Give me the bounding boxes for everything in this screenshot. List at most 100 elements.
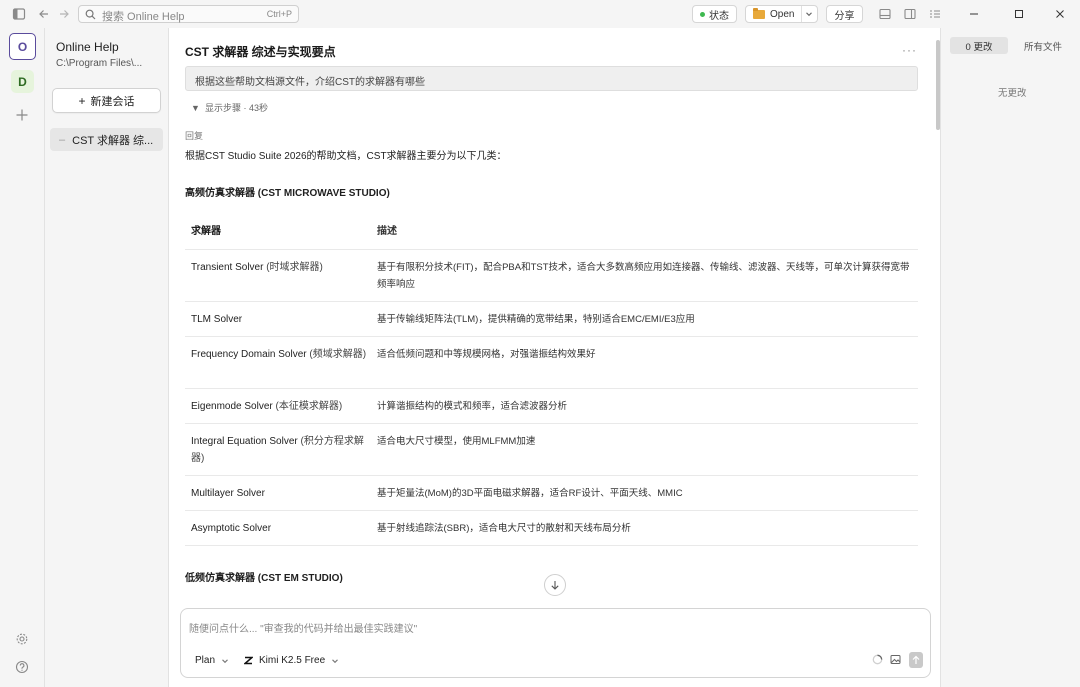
mode-label: Plan [195, 655, 216, 666]
table-header-cell: 求解器 [191, 226, 221, 237]
tab-all-files[interactable]: 所有文件 [1019, 37, 1067, 54]
title-bar: 搜索 Online Help Ctrl+P 状态 Open 分享 [0, 0, 1080, 28]
forward-arrow-icon[interactable] [57, 7, 71, 21]
solver-name-cn: (本征模求解器) [275, 401, 343, 412]
status-dot-icon [700, 11, 705, 17]
solver-name-en: Multilayer Solver [191, 488, 265, 499]
project-sidebar: Online Help C:\Program Files\... + 新建会话 … [45, 28, 169, 687]
table-row: Transient Solver (时域求解器) 基于有限积分技术(FIT)，配… [185, 250, 918, 302]
more-options-icon[interactable]: ··· [902, 43, 917, 57]
sidebar-toggle-icon[interactable] [12, 7, 26, 21]
solver-name: Frequency Domain Solver (频域求解器) [191, 346, 371, 363]
user-prompt: 根据这些帮助文档源文件，介绍CST的求解器有哪些 [185, 66, 918, 91]
tab-changes[interactable]: 0 更改 [950, 37, 1008, 54]
solver-desc: 基于射线追踪法(SBR)，适合电大尺寸的散射和天线布局分析 [377, 523, 631, 534]
gear-icon[interactable] [15, 632, 29, 646]
solver-name: Eigenmode Solver (本征模求解器) [191, 398, 371, 415]
app-window: 搜索 Online Help Ctrl+P 状态 Open 分享 O D Onl… [0, 0, 1080, 687]
solver-name-en: Integral Equation Solver [191, 436, 298, 447]
open-button[interactable]: Open [745, 5, 818, 23]
steps-time: 43秒 [248, 103, 268, 113]
chevron-down-icon [221, 657, 229, 665]
table-row: Asymptotic Solver 基于射线追踪法(SBR)，适合电大尺寸的散射… [185, 511, 918, 546]
plus-icon: + [78, 93, 86, 108]
table-row: Integral Equation Solver (积分方程求解器) 适合电大尺… [185, 424, 918, 476]
model-logo-icon [244, 656, 253, 665]
add-workspace-icon[interactable] [15, 108, 29, 122]
new-session-button[interactable]: + 新建会话 [52, 88, 161, 113]
close-icon[interactable] [1054, 8, 1066, 20]
project-title: Online Help [56, 40, 119, 54]
project-path: C:\Program Files\... [56, 58, 143, 69]
solver-name-cn: (时域求解器) [266, 262, 323, 273]
session-title: CST 求解器 综... [72, 134, 154, 147]
search-placeholder: 搜索 Online Help [102, 11, 185, 23]
model-label: Kimi K2.5 Free [259, 655, 326, 666]
triangle-down-icon: ▼ [191, 103, 200, 113]
solver-name: TLM Solver [191, 311, 371, 328]
solver-name: Asymptotic Solver [191, 520, 371, 537]
maximize-icon[interactable] [1013, 8, 1025, 20]
chat-input[interactable]: 随便问点什么... "审查我的代码并给出最佳实践建议" [189, 620, 417, 635]
reply-label: 回复 [185, 131, 204, 141]
solver-desc: 基于传输线矩阵法(TLM)，提供精确的宽带结果，特别适合EMC/EMI/E3应用 [377, 314, 695, 325]
loading-spinner-icon [872, 654, 883, 665]
section-heading: 低频仿真求解器 (CST EM STUDIO) [185, 573, 343, 584]
solver-name: Multilayer Solver [191, 485, 371, 502]
solver-desc: 基于有限积分技术(FIT)，配合PBA和TST技术，适合大多数高频应用如连接器、… [377, 262, 910, 290]
steps-label: 显示步骤 [204, 103, 241, 113]
mode-select[interactable]: Plan [195, 655, 229, 666]
solver-name-en: Transient Solver [191, 262, 264, 273]
search-input[interactable]: 搜索 Online Help Ctrl+P [78, 5, 299, 23]
solver-name: Transient Solver (时域求解器) [191, 259, 371, 276]
back-arrow-icon[interactable] [37, 7, 51, 21]
bottom-panel-toggle-icon[interactable] [878, 7, 892, 21]
minimize-icon[interactable] [968, 8, 980, 20]
scrollbar-thumb[interactable] [936, 40, 940, 130]
solver-name-cn: (频域求解器) [309, 349, 367, 360]
solver-name-en: Eigenmode Solver [191, 401, 273, 412]
solver-name-en: TLM Solver [191, 314, 243, 325]
new-session-label: 新建会话 [90, 95, 135, 108]
solver-desc: 适合电大尺寸模型，使用MLFMM加速 [377, 436, 536, 447]
open-label: Open [770, 8, 795, 20]
table-header-row: 求解器 描述 [185, 214, 918, 250]
help-icon[interactable] [15, 660, 29, 674]
reply-intro: 根据CST Studio Suite 2026的帮助文档，CST求解器主要分为以… [185, 151, 507, 162]
list-view-icon[interactable] [928, 7, 942, 21]
send-button[interactable] [909, 652, 923, 668]
solver-name-en: Asymptotic Solver [191, 523, 272, 534]
conversation-panel: CST 求解器 综述与实现要点 ··· 根据这些帮助文档源文件，介绍CST的求解… [169, 28, 941, 687]
table-header-cell: 描述 [377, 226, 397, 237]
solver-name-en: Frequency Domain Solver [191, 349, 307, 360]
session-item[interactable]: – CST 求解器 综... [50, 128, 163, 151]
model-select[interactable]: Kimi K2.5 Free [244, 655, 339, 666]
open-divider [801, 6, 802, 22]
right-panel-toggle-icon[interactable] [903, 7, 917, 21]
workspace-rail: O D [0, 28, 45, 687]
folder-icon [753, 7, 765, 19]
image-attach-icon[interactable] [890, 654, 901, 665]
solver-desc: 基于矩量法(MoM)的3D平面电磁求解器，适合RF设计、平面天线、MMIC [377, 488, 683, 499]
scroll-to-bottom-button[interactable] [544, 574, 566, 596]
workspace-d[interactable]: D [11, 70, 34, 93]
changes-panel: 0 更改 所有文件 无更改 [941, 28, 1080, 687]
arrow-down-icon [550, 580, 560, 590]
solver-name: Integral Equation Solver (积分方程求解器) [191, 433, 371, 467]
chevron-down-icon [331, 657, 339, 665]
composer: 随便问点什么... "审查我的代码并给出最佳实践建议" Plan Kimi K2… [180, 608, 931, 678]
status-label: 状态 [709, 10, 729, 22]
solver-desc: 计算谐振结构的模式和频率，适合滤波器分析 [377, 401, 568, 412]
solver-table: 求解器 描述 Transient Solver (时域求解器) 基于有限积分技术… [185, 214, 918, 546]
table-row: Eigenmode Solver (本征模求解器) 计算谐振结构的模式和频率，适… [185, 389, 918, 424]
status-button[interactable]: 状态 [692, 5, 737, 23]
show-steps-toggle[interactable]: ▼ 显示步骤 · 43秒 [191, 101, 268, 114]
section-heading: 高频仿真求解器 (CST MICROWAVE STUDIO) [185, 188, 390, 199]
workspace-o[interactable]: O [9, 33, 36, 60]
chevron-down-icon[interactable] [805, 10, 813, 18]
search-shortcut: Ctrl+P [266, 9, 292, 19]
session-dash-icon: – [59, 133, 66, 146]
table-row: TLM Solver 基于传输线矩阵法(TLM)，提供精确的宽带结果，特别适合E… [185, 302, 918, 337]
share-button[interactable]: 分享 [826, 5, 863, 23]
search-icon [85, 9, 96, 20]
